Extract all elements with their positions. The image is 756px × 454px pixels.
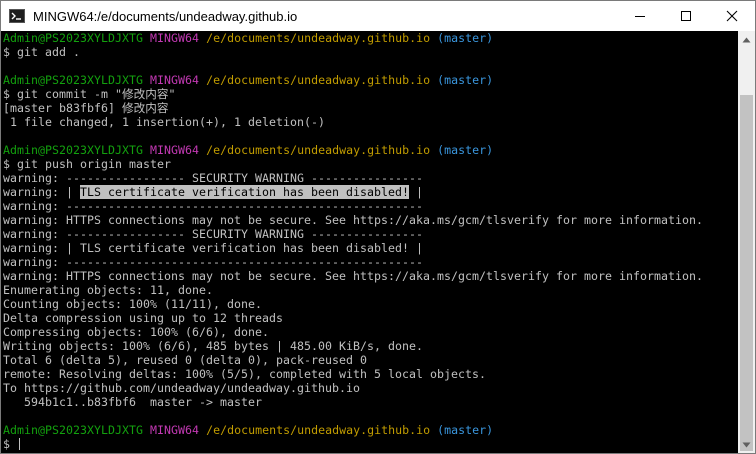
output-line: Enumerating objects: 11, done. bbox=[1, 283, 738, 297]
command-line: $ git add . bbox=[1, 45, 738, 59]
prompt-branch: (master) bbox=[437, 31, 494, 45]
output-line: remote: Resolving deltas: 100% (5/5), co… bbox=[1, 367, 738, 381]
output-line: warning: HTTPS connections may not be se… bbox=[1, 213, 738, 227]
command-line: $ git push origin master bbox=[1, 157, 738, 171]
output-text: warning: ----------------- SECURITY WARN… bbox=[3, 227, 424, 241]
command-text: $ git add . bbox=[3, 45, 81, 59]
close-button[interactable] bbox=[709, 1, 755, 31]
output-text: Total 6 (delta 5), reused 0 (delta 0), p… bbox=[3, 353, 368, 367]
output-text: Compressing objects: 100% (6/6), done. bbox=[3, 325, 270, 339]
output-line: Compressing objects: 100% (6/6), done. bbox=[1, 325, 738, 339]
terminal-output[interactable]: Admin@PS2023XYLDJXTG MINGW64 /e/document… bbox=[1, 31, 738, 453]
input-prompt-symbol: $ bbox=[3, 437, 18, 451]
output-line: To https://github.com/undeadway/undeadwa… bbox=[1, 381, 738, 395]
vertical-scrollbar[interactable] bbox=[738, 31, 755, 453]
prompt-path: /e/documents/undeadway.github.io bbox=[206, 73, 431, 87]
command-line: $ git commit -m "修改内容" bbox=[1, 87, 738, 101]
output-line: [master b83fbf6] 修改内容 bbox=[1, 101, 738, 115]
output-text: warning: HTTPS connections may not be se… bbox=[3, 213, 704, 227]
command-text: $ git push origin master bbox=[3, 157, 172, 171]
maximize-icon bbox=[681, 11, 691, 21]
output-line: Total 6 (delta 5), reused 0 (delta 0), p… bbox=[1, 353, 738, 367]
warning-line-highlighted: warning: | TLS certificate verification … bbox=[1, 185, 738, 199]
output-text: Writing objects: 100% (6/6), 485 bytes |… bbox=[3, 339, 424, 353]
output-text: 1 file changed, 1 insertion(+), 1 deleti… bbox=[3, 115, 326, 129]
prompt-system: MINGW64 bbox=[150, 143, 200, 157]
output-text: | bbox=[409, 185, 424, 199]
prompt-path: /e/documents/undeadway.github.io bbox=[206, 31, 431, 45]
prompt-path: /e/documents/undeadway.github.io bbox=[206, 423, 431, 437]
output-text: warning: HTTPS connections may not be se… bbox=[3, 269, 704, 283]
minimize-icon bbox=[635, 16, 645, 17]
output-line: warning: ----------------- SECURITY WARN… bbox=[1, 227, 738, 241]
output-line: Writing objects: 100% (6/6), 485 bytes |… bbox=[1, 339, 738, 353]
output-text: remote: Resolving deltas: 100% (5/5), co… bbox=[3, 367, 487, 381]
window-title: MINGW64:/e/documents/undeadway.github.io bbox=[33, 8, 298, 24]
output-text: [master b83fbf6] 修改内容 bbox=[3, 101, 169, 115]
selected-text[interactable]: TLS certificate verification has been di… bbox=[80, 185, 410, 199]
prompt-path: /e/documents/undeadway.github.io bbox=[206, 143, 431, 157]
scrollbar-thumb[interactable] bbox=[740, 95, 753, 451]
maximize-button[interactable] bbox=[663, 1, 709, 31]
output-line: Counting objects: 100% (11/11), done. bbox=[1, 297, 738, 311]
prompt-system: MINGW64 bbox=[150, 73, 200, 87]
output-line: Delta compression using up to 12 threads bbox=[1, 311, 738, 325]
prompt-line: Admin@PS2023XYLDJXTG MINGW64 /e/document… bbox=[1, 143, 738, 157]
input-line[interactable]: $ bbox=[1, 437, 738, 451]
output-text: warning: ----------------- SECURITY WARN… bbox=[3, 171, 424, 185]
mingw-terminal-icon bbox=[9, 8, 25, 24]
scroll-down-arrow-icon[interactable] bbox=[738, 436, 755, 453]
output-text: 594b1c1..b83fbf6 master -> master bbox=[3, 395, 263, 409]
prompt-branch: (master) bbox=[437, 73, 494, 87]
output-text: Enumerating objects: 11, done. bbox=[3, 283, 214, 297]
output-text: warning: | TLS certificate verification … bbox=[3, 241, 424, 255]
output-line: warning: | TLS certificate verification … bbox=[1, 241, 738, 255]
command-text: $ git commit -m "修改内容" bbox=[3, 87, 176, 101]
prompt-branch: (master) bbox=[437, 423, 494, 437]
output-line: warning: HTTPS connections may not be se… bbox=[1, 269, 738, 283]
minimize-button[interactable] bbox=[617, 1, 663, 31]
output-text: To https://github.com/undeadway/undeadwa… bbox=[3, 381, 361, 395]
prompt-system: MINGW64 bbox=[150, 423, 200, 437]
output-line: warning: ----------------- SECURITY WARN… bbox=[1, 171, 738, 185]
prompt-line: Admin@PS2023XYLDJXTG MINGW64 /e/document… bbox=[1, 423, 738, 437]
close-icon bbox=[726, 10, 738, 22]
prompt-user: Admin@PS2023XYLDJXTG bbox=[3, 31, 144, 45]
prompt-line: Admin@PS2023XYLDJXTG MINGW64 /e/document… bbox=[1, 31, 738, 45]
scroll-up-arrow-icon[interactable] bbox=[738, 31, 755, 48]
output-line: warning: -------------------------------… bbox=[1, 255, 738, 269]
output-line: 1 file changed, 1 insertion(+), 1 deleti… bbox=[1, 115, 738, 129]
output-text: Counting objects: 100% (11/11), done. bbox=[3, 297, 263, 311]
prompt-user: Admin@PS2023XYLDJXTG bbox=[3, 73, 144, 87]
output-text: Delta compression using up to 12 threads bbox=[3, 311, 284, 325]
output-line: warning: -------------------------------… bbox=[1, 199, 738, 213]
output-text: warning: -------------------------------… bbox=[3, 199, 424, 213]
output-text: warning: -------------------------------… bbox=[3, 255, 424, 269]
output-text: warning: | bbox=[3, 185, 81, 199]
text-cursor bbox=[19, 438, 21, 450]
prompt-line: Admin@PS2023XYLDJXTG MINGW64 /e/document… bbox=[1, 73, 738, 87]
prompt-user: Admin@PS2023XYLDJXTG bbox=[3, 143, 144, 157]
output-line: 594b1c1..b83fbf6 master -> master bbox=[1, 395, 738, 409]
prompt-system: MINGW64 bbox=[150, 31, 200, 45]
title-bar[interactable]: MINGW64:/e/documents/undeadway.github.io bbox=[1, 1, 755, 31]
terminal-window: MINGW64:/e/documents/undeadway.github.io… bbox=[0, 0, 756, 454]
prompt-user: Admin@PS2023XYLDJXTG bbox=[3, 423, 144, 437]
prompt-branch: (master) bbox=[437, 143, 494, 157]
